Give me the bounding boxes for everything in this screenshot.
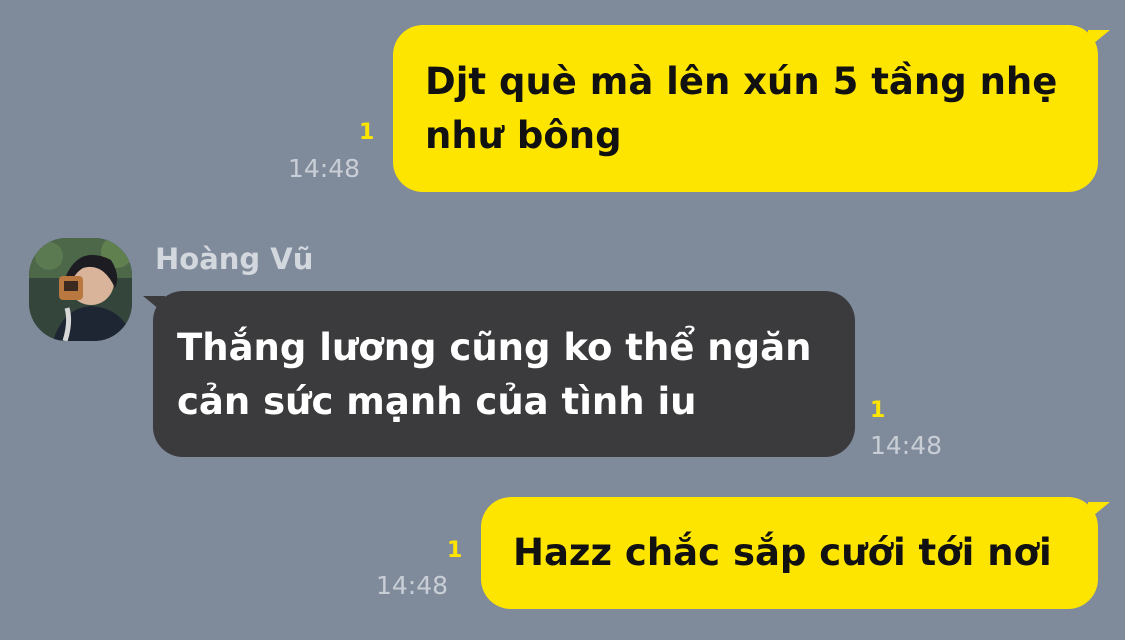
message-time: 14:48 <box>288 154 361 183</box>
avatar[interactable] <box>29 238 132 341</box>
message-text: Djt què mà lên xún 5 tầng nhẹ như bông <box>425 60 1058 157</box>
message-bubble[interactable]: Thắng lương cũng ko thể ngăn cản sức mạn… <box>153 291 855 457</box>
message-time: 14:48 <box>870 431 943 460</box>
message-text: Thắng lương cũng ko thể ngăn cản sức mạn… <box>177 326 812 423</box>
message-bubble[interactable]: Hazz chắc sắp cưới tới nơi <box>481 497 1098 609</box>
message-bubble[interactable]: Djt què mà lên xún 5 tầng nhẹ như bông <box>393 25 1098 192</box>
message-text: Hazz chắc sắp cưới tới nơi <box>513 531 1052 574</box>
sender-name: Hoàng Vũ <box>155 242 314 276</box>
bubble-tail <box>1088 502 1110 520</box>
unread-count: 1 <box>870 398 886 423</box>
user-avatar-photo-icon <box>29 238 132 341</box>
message-time: 14:48 <box>376 571 449 600</box>
unread-count: 1 <box>359 120 375 145</box>
bubble-tail <box>1088 30 1110 48</box>
unread-count: 1 <box>447 538 463 563</box>
